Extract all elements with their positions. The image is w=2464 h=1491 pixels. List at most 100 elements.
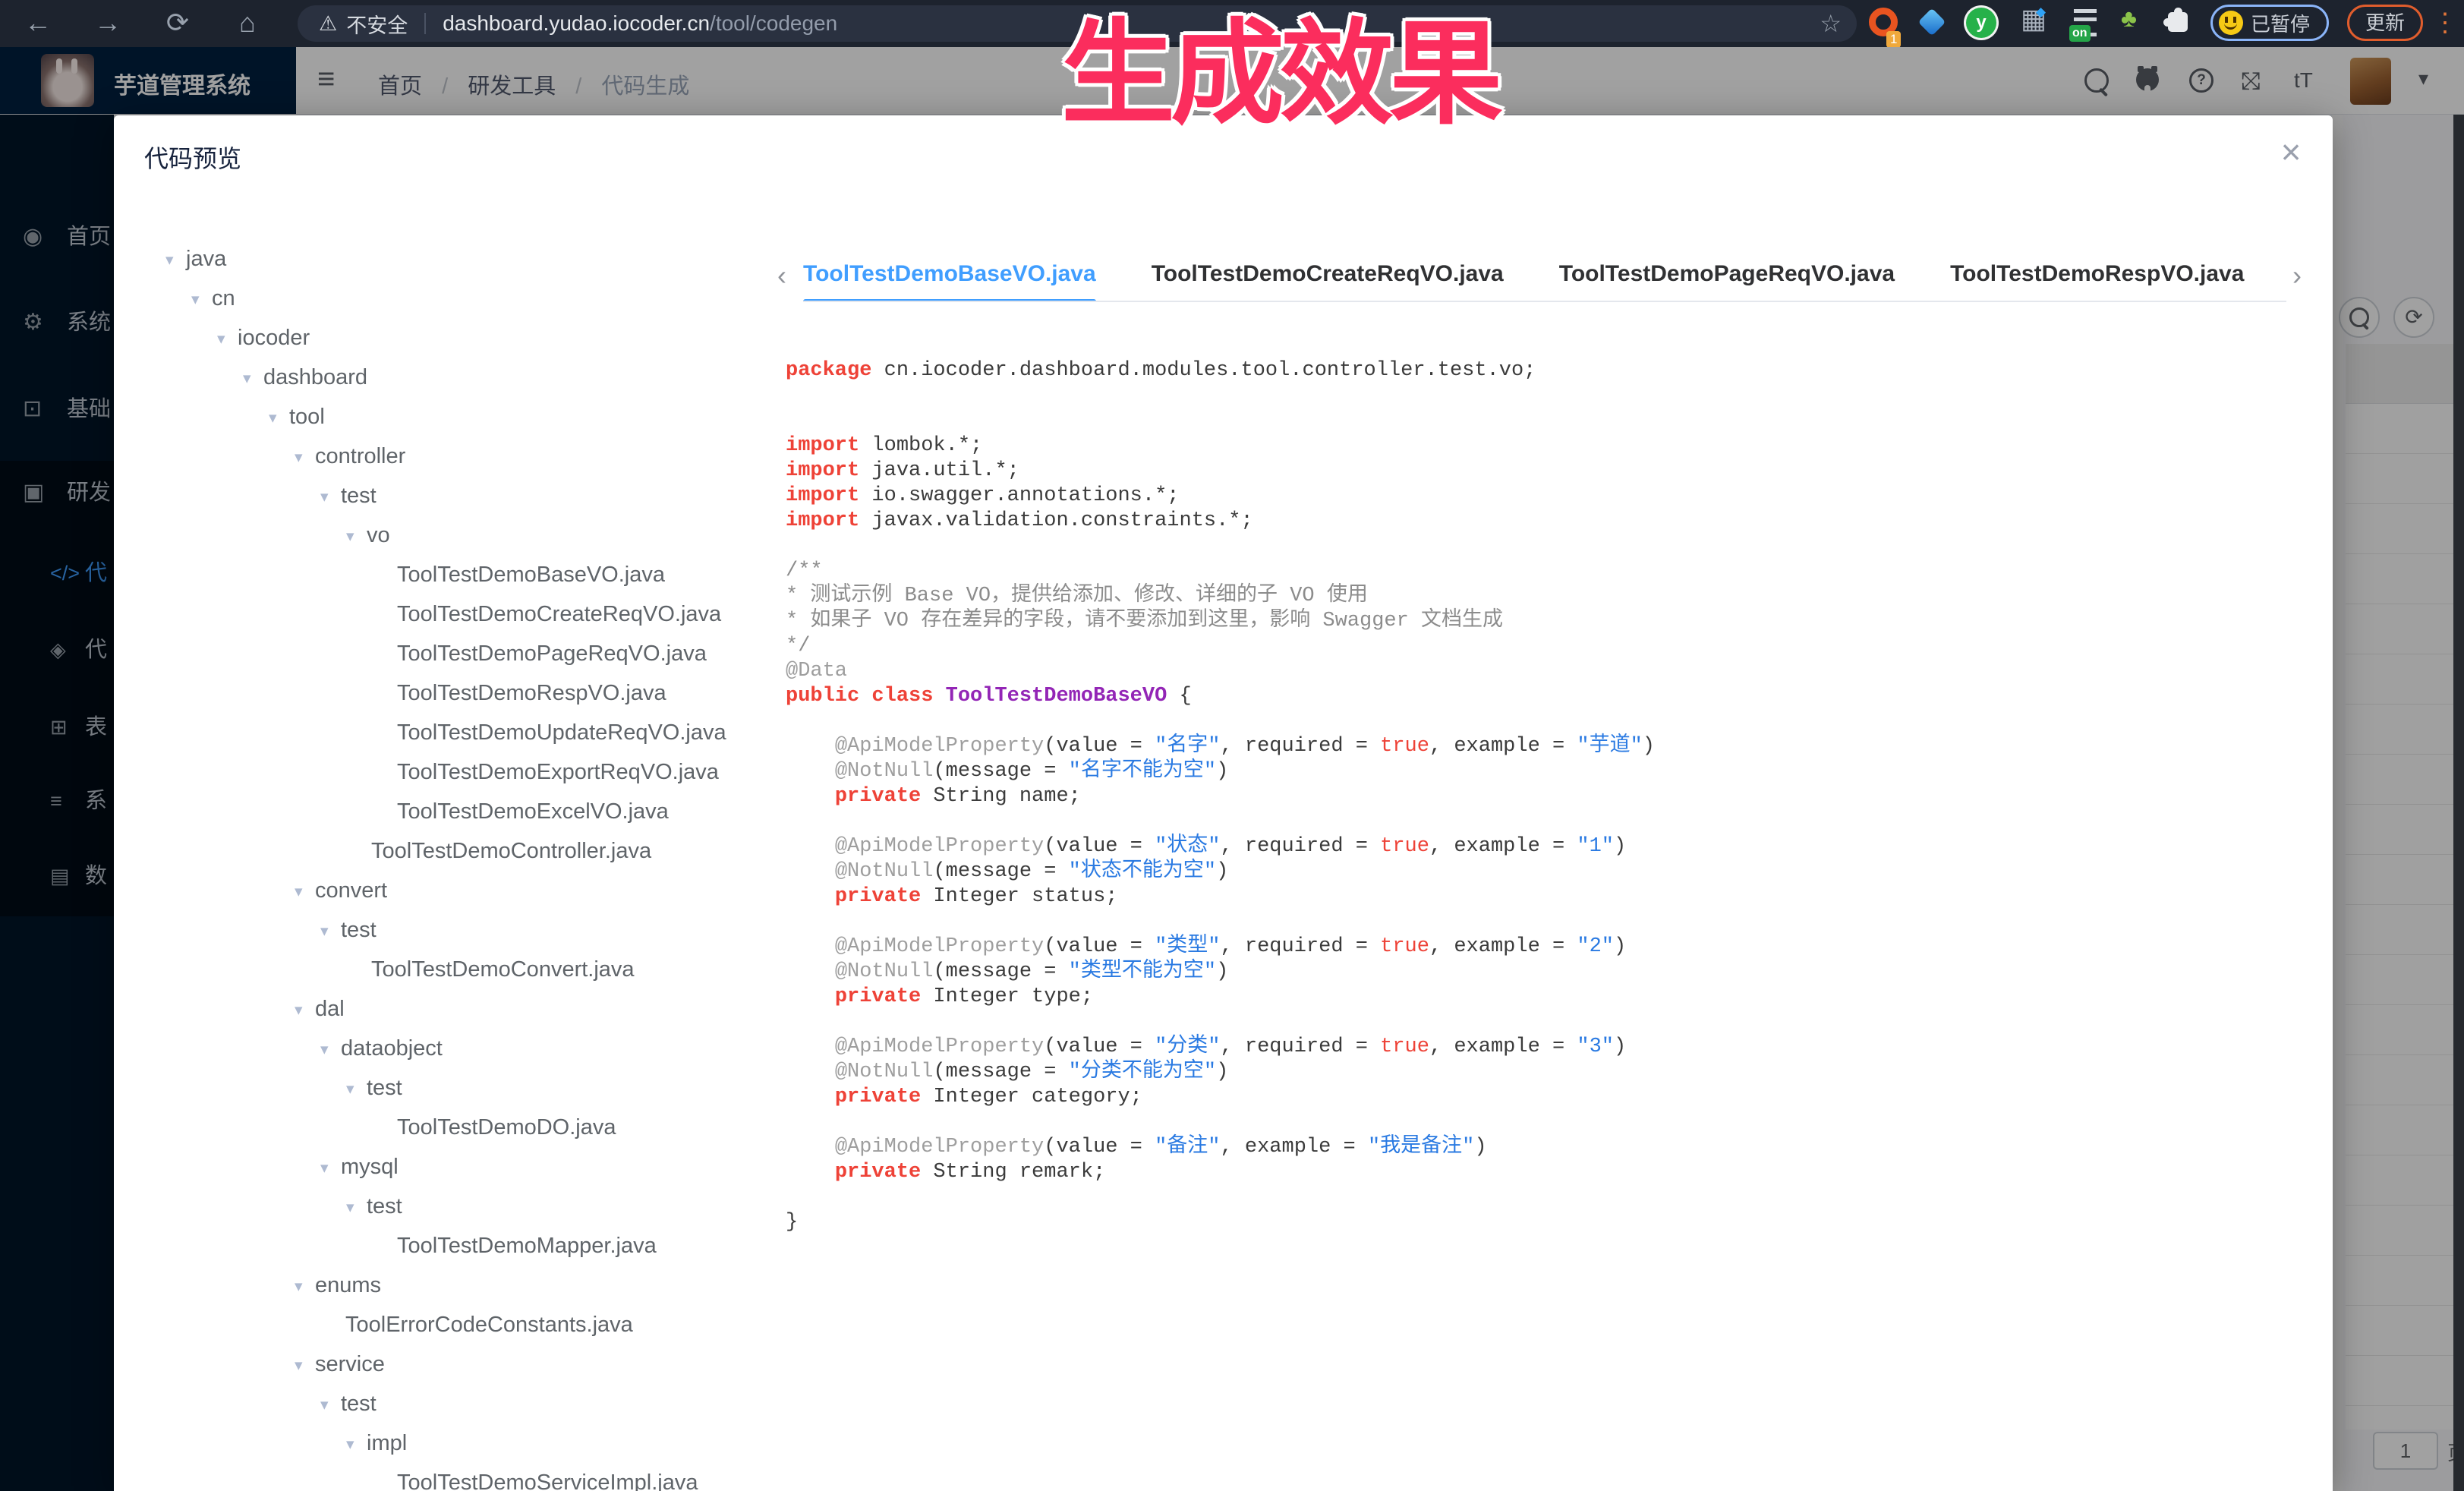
tree-node-label[interactable]: vo bbox=[367, 523, 390, 547]
tree-node-label[interactable]: test bbox=[341, 484, 377, 508]
tree-node-label[interactable]: ToolTestDemoExportReqVO.java bbox=[397, 760, 719, 784]
tree-node[interactable]: ▾dal bbox=[165, 989, 345, 1029]
tree-node[interactable]: ▾test bbox=[165, 1187, 402, 1226]
plant-extension-icon[interactable]: ♣ bbox=[2121, 5, 2137, 33]
tree-node-label[interactable]: ToolTestDemoExcelVO.java bbox=[397, 799, 669, 824]
bookmark-star-icon[interactable]: ☆ bbox=[1820, 9, 1842, 38]
url-host[interactable]: dashboard.yudao.iocoder.cn bbox=[443, 11, 710, 36]
tree-node[interactable]: ToolTestDemoDO.java bbox=[165, 1108, 616, 1147]
caret-down-icon[interactable]: ▾ bbox=[243, 359, 263, 399]
security-label[interactable]: 不安全 bbox=[346, 9, 408, 39]
tree-node-label[interactable]: ToolErrorCodeConstants.java bbox=[345, 1313, 633, 1337]
tree-node[interactable]: ToolTestDemoExportReqVO.java bbox=[165, 752, 719, 792]
caret-down-icon[interactable]: ▾ bbox=[320, 478, 341, 517]
tree-node[interactable]: ▾enums bbox=[165, 1266, 381, 1305]
tree-node-label[interactable]: test bbox=[341, 918, 377, 942]
caret-down-icon[interactable]: ▾ bbox=[320, 1149, 341, 1188]
green-extension-icon[interactable]: y bbox=[1966, 8, 1996, 38]
tree-node[interactable]: ▾service bbox=[165, 1344, 385, 1384]
tree-node-label[interactable]: test bbox=[367, 1076, 402, 1100]
caret-down-icon[interactable]: ▾ bbox=[320, 1385, 341, 1425]
tree-node-label[interactable]: service bbox=[315, 1352, 385, 1376]
tabs-scroll-right-icon[interactable]: › bbox=[2292, 260, 2302, 292]
caret-down-icon[interactable]: ▾ bbox=[346, 1425, 367, 1464]
back-icon[interactable]: ← bbox=[21, 6, 55, 39]
tabs-scroll-left-icon[interactable]: ‹ bbox=[777, 260, 786, 292]
tree-node-label[interactable]: controller bbox=[315, 444, 405, 468]
caret-down-icon[interactable]: ▾ bbox=[320, 1030, 341, 1070]
caret-down-icon[interactable]: ▾ bbox=[217, 320, 238, 359]
gem-extension-icon[interactable] bbox=[1918, 8, 1946, 36]
tree-node-label[interactable]: ToolTestDemoPageReqVO.java bbox=[397, 641, 707, 666]
url-path[interactable]: /tool/codegen bbox=[710, 11, 837, 36]
tab-1[interactable]: ToolTestDemoCreateReqVO.java bbox=[1152, 261, 1504, 290]
update-button[interactable]: 更新 bbox=[2347, 5, 2423, 41]
tree-node-label[interactable]: convert bbox=[315, 878, 387, 903]
tree-node-label[interactable]: impl bbox=[367, 1431, 407, 1455]
tree-node-label[interactable]: test bbox=[367, 1194, 402, 1218]
tree-node[interactable]: ▾test bbox=[165, 476, 377, 515]
puzzle-extensions-icon[interactable] bbox=[2168, 12, 2188, 32]
tree-node-label[interactable]: ToolTestDemoCreateReqVO.java bbox=[397, 602, 721, 626]
tree-node[interactable]: ▾dataobject bbox=[165, 1029, 443, 1068]
forward-icon[interactable]: → bbox=[91, 6, 124, 39]
tree-node[interactable]: ▾tool bbox=[165, 397, 325, 437]
tree-node-label[interactable]: ToolTestDemoUpdateReqVO.java bbox=[397, 720, 726, 745]
tree-node[interactable]: ▾iocoder bbox=[165, 318, 310, 358]
tree-node[interactable]: ToolTestDemoRespVO.java bbox=[165, 673, 666, 713]
tree-node-label[interactable]: tool bbox=[289, 405, 325, 429]
tree-node-label[interactable]: cn bbox=[212, 286, 235, 310]
browser-menu-icon[interactable]: ⋮ bbox=[2432, 5, 2458, 41]
tree-node[interactable]: ▾impl bbox=[165, 1423, 407, 1463]
tree-node-label[interactable]: mysql bbox=[341, 1155, 399, 1179]
tree-node-label[interactable]: iocoder bbox=[238, 326, 310, 350]
caret-down-icon[interactable]: ▾ bbox=[346, 1070, 367, 1109]
tab-2[interactable]: ToolTestDemoPageReqVO.java bbox=[1559, 261, 1895, 290]
tree-node-label[interactable]: dashboard bbox=[263, 365, 367, 389]
tree-node[interactable]: ToolTestDemoUpdateReqVO.java bbox=[165, 713, 726, 752]
ubuntu-extension-icon[interactable]: 1 bbox=[1869, 8, 1898, 36]
home-icon[interactable]: ⌂ bbox=[231, 6, 264, 39]
tree-node-label[interactable]: dataobject bbox=[341, 1036, 443, 1061]
tree-node[interactable]: ▾java bbox=[165, 239, 226, 279]
tree-node[interactable]: ToolTestDemoPageReqVO.java bbox=[165, 634, 707, 673]
caret-down-icon[interactable]: ▾ bbox=[295, 1346, 315, 1385]
caret-down-icon[interactable]: ▾ bbox=[165, 241, 186, 280]
switch-extension-icon[interactable]: on bbox=[2074, 9, 2097, 36]
tree-node-label[interactable]: ToolTestDemoConvert.java bbox=[371, 957, 635, 982]
tree-node[interactable]: ▾test bbox=[165, 910, 377, 950]
caret-down-icon[interactable]: ▾ bbox=[295, 991, 315, 1030]
tab-3[interactable]: ToolTestDemoRespVO.java bbox=[1950, 261, 2244, 290]
tree-node[interactable]: ToolTestDemoConvert.java bbox=[165, 950, 635, 989]
tree-node[interactable]: ToolTestDemoController.java bbox=[165, 831, 651, 871]
caret-down-icon[interactable]: ▾ bbox=[346, 517, 367, 556]
reload-icon[interactable]: ⟳ bbox=[161, 6, 194, 39]
tree-node-label[interactable]: test bbox=[341, 1392, 377, 1416]
caret-down-icon[interactable]: ▾ bbox=[295, 1267, 315, 1307]
profile-paused-pill[interactable]: 已暂停 bbox=[2210, 5, 2329, 41]
caret-down-icon[interactable]: ▾ bbox=[269, 399, 289, 438]
tree-node[interactable]: ▾test bbox=[165, 1068, 402, 1108]
tree-node-label[interactable]: java bbox=[186, 247, 226, 271]
tree-node-label[interactable]: ToolTestDemoController.java bbox=[371, 839, 651, 863]
tree-node-label[interactable]: dal bbox=[315, 997, 345, 1021]
tree-node[interactable]: ToolTestDemoServiceImpl.java bbox=[165, 1463, 698, 1491]
tree-node[interactable]: ToolTestDemoCreateReqVO.java bbox=[165, 594, 721, 634]
tree-node[interactable]: ▾test bbox=[165, 1384, 377, 1423]
tree-node-label[interactable]: ToolTestDemoRespVO.java bbox=[397, 681, 666, 705]
tree-node[interactable]: ToolTestDemoMapper.java bbox=[165, 1226, 657, 1266]
close-icon[interactable]: × bbox=[2268, 129, 2314, 175]
tree-node-label[interactable]: ToolTestDemoBaseVO.java bbox=[397, 563, 665, 587]
tree-node-label[interactable]: enums bbox=[315, 1273, 381, 1297]
tree-node-label[interactable]: ToolTestDemoDO.java bbox=[397, 1115, 616, 1140]
caret-down-icon[interactable]: ▾ bbox=[295, 438, 315, 478]
caret-down-icon[interactable]: ▾ bbox=[295, 872, 315, 912]
tree-node[interactable]: ▾convert bbox=[165, 871, 387, 910]
tree-node-label[interactable]: ToolTestDemoServiceImpl.java bbox=[397, 1471, 698, 1491]
tree-node[interactable]: ▾vo bbox=[165, 515, 390, 555]
grid-extension-icon[interactable]: ▦◆ bbox=[2021, 3, 2047, 35]
tree-node[interactable]: ▾mysql bbox=[165, 1147, 399, 1187]
tree-node[interactable]: ToolTestDemoExcelVO.java bbox=[165, 792, 669, 831]
tab-0[interactable]: ToolTestDemoBaseVO.java bbox=[803, 261, 1096, 290]
tree-node[interactable]: ToolTestDemoBaseVO.java bbox=[165, 555, 665, 594]
